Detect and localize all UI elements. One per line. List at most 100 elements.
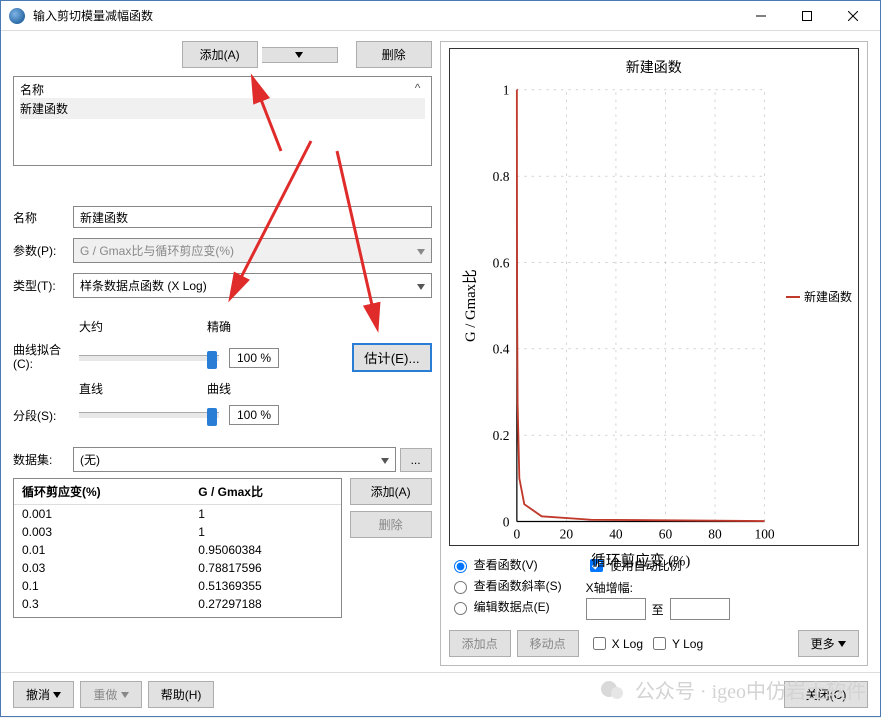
table-row[interactable]: 0.10.51369355: [14, 577, 341, 595]
redo-button[interactable]: 重做: [80, 681, 141, 708]
svg-text:40: 40: [609, 527, 623, 542]
svg-text:100: 100: [754, 527, 774, 542]
fit-slider-row-1: 大约 精确: [13, 318, 432, 335]
table-row[interactable]: 0.010.95060384: [14, 541, 341, 559]
add-button[interactable]: 添加(A): [182, 41, 258, 68]
status-left-buttons: 撤消 重做 帮助(H): [13, 681, 214, 708]
radio-edit-points[interactable]: 编辑数据点(E): [449, 598, 562, 615]
estimate-button[interactable]: 估计(E)...: [352, 343, 432, 372]
dataset-select[interactable]: (无): [73, 447, 396, 472]
chart-frame: 新建函数 02040608010000.20.40.60.81循环剪应变 (%)…: [449, 48, 859, 546]
segment-slider[interactable]: [79, 412, 219, 418]
table-side-buttons: 添加(A) 删除: [350, 478, 432, 618]
table-row[interactable]: 0.0011: [14, 505, 341, 524]
svg-text:60: 60: [658, 527, 672, 542]
point-tool-row: 添加点 移动点 X Log Y Log 更多: [449, 630, 859, 657]
name-input[interactable]: [73, 206, 432, 228]
dataset-row: 数据集: (无) ...: [13, 447, 432, 472]
x-range-row: 至: [586, 598, 730, 620]
chart-title: 新建函数: [458, 57, 850, 77]
chevron-down-icon: [417, 279, 425, 293]
top-button-row: 添加(A) 删除: [13, 41, 432, 68]
chevron-down-icon: [838, 641, 846, 647]
undo-button[interactable]: 撤消: [13, 681, 74, 708]
minimize-button[interactable]: [738, 1, 784, 31]
col-x: 循环剪应变(%): [14, 479, 190, 505]
checkbox-ylog[interactable]: Y Log: [649, 634, 703, 653]
chart-body: 02040608010000.20.40.60.81循环剪应变 (%)G / G…: [458, 81, 850, 574]
approx-label: 大约: [79, 318, 111, 335]
sort-indicator-icon[interactable]: ^: [411, 81, 425, 98]
dataset-browse-button[interactable]: ...: [400, 448, 432, 472]
slider-thumb[interactable]: [207, 351, 217, 369]
legend-line-icon: [786, 296, 800, 298]
svg-text:0.6: 0.6: [492, 255, 509, 270]
svg-text:G / Gmax比: G / Gmax比: [462, 269, 479, 342]
curve-label: 曲线: [207, 380, 239, 397]
chart-legend: 新建函数: [786, 288, 852, 305]
listbox-header-name: 名称: [20, 81, 411, 98]
segment-row: 分段(S): 100 %: [13, 405, 432, 425]
param-select[interactable]: G / Gmax比与循环剪应变(%): [73, 238, 432, 263]
x-zoom-label: X轴增幅:: [586, 579, 730, 596]
slider-thumb[interactable]: [207, 408, 217, 426]
svg-text:0: 0: [513, 527, 520, 542]
svg-text:0.8: 0.8: [492, 169, 509, 184]
app-icon: [9, 8, 25, 24]
add-dropdown-arrow[interactable]: [262, 47, 338, 63]
svg-text:0.2: 0.2: [492, 428, 509, 443]
listbox-header: 名称 ^: [20, 81, 425, 98]
table-delete-button[interactable]: 删除: [350, 511, 432, 538]
xrange-from[interactable]: [586, 598, 646, 620]
svg-text:循环剪应变 (%): 循环剪应变 (%): [591, 552, 690, 570]
more-button[interactable]: 更多: [798, 630, 859, 657]
right-panel: 新建函数 02040608010000.20.40.60.81循环剪应变 (%)…: [440, 41, 868, 666]
param-label: 参数(P):: [13, 242, 69, 259]
xrange-to[interactable]: [670, 598, 730, 620]
dataset-value: (无): [80, 451, 100, 468]
table-row[interactable]: 0.030.78817596: [14, 559, 341, 577]
col-y: G / Gmax比: [190, 479, 340, 505]
table-row[interactable]: 0.0031: [14, 523, 341, 541]
exact-label: 精确: [207, 318, 239, 335]
maximize-button[interactable]: [784, 1, 830, 31]
legend-label: 新建函数: [804, 288, 852, 305]
checkbox-xlog[interactable]: X Log: [589, 634, 643, 653]
table-add-button[interactable]: 添加(A): [350, 478, 432, 505]
app-window: 输入剪切模量减幅函数 添加(A) 删除: [0, 0, 881, 717]
list-item[interactable]: 新建函数: [20, 98, 425, 119]
window-title: 输入剪切模量减幅函数: [33, 7, 738, 24]
segment-pct: 100 %: [229, 405, 279, 425]
fit-label: 曲线拟合(C):: [13, 344, 69, 370]
type-select[interactable]: 样条数据点函数 (X Log): [73, 273, 432, 298]
chevron-down-icon: [381, 453, 389, 467]
param-value: G / Gmax比与循环剪应变(%): [80, 242, 234, 259]
close-window-button[interactable]: 关闭(C): [784, 681, 868, 708]
svg-text:0: 0: [502, 514, 509, 529]
move-point-button[interactable]: 移动点: [517, 630, 579, 657]
function-listbox[interactable]: 名称 ^ 新建函数: [13, 76, 432, 166]
type-row: 类型(T): 样条数据点函数 (X Log): [13, 273, 432, 298]
data-table[interactable]: 循环剪应变(%) G / Gmax比 0.00110.00310.010.950…: [13, 478, 342, 618]
left-panel: 添加(A) 删除 名称 ^ 新建函数 名称 参数(P):: [13, 41, 432, 666]
add-point-button[interactable]: 添加点: [449, 630, 511, 657]
segment-header-row: 直线 曲线: [13, 380, 432, 397]
chevron-down-icon: [53, 692, 61, 698]
type-value: 样条数据点函数 (X Log): [80, 277, 207, 294]
table-row[interactable]: 0.30.27297188: [14, 595, 341, 613]
content-area: 添加(A) 删除 名称 ^ 新建函数 名称 参数(P):: [1, 31, 880, 672]
help-button[interactable]: 帮助(H): [148, 681, 215, 708]
delete-button[interactable]: 删除: [356, 41, 432, 68]
table-area: 循环剪应变(%) G / Gmax比 0.00110.00310.010.950…: [13, 478, 432, 618]
svg-text:0.4: 0.4: [492, 342, 509, 357]
name-row: 名称: [13, 206, 432, 228]
chevron-down-icon: [121, 692, 129, 698]
param-row: 参数(P): G / Gmax比与循环剪应变(%): [13, 238, 432, 263]
radio-view-slope[interactable]: 查看函数斜率(S): [449, 577, 562, 594]
segment-label: 分段(S):: [13, 407, 69, 424]
curvefit-slider[interactable]: [79, 355, 219, 361]
window-controls: [738, 1, 876, 31]
close-button[interactable]: [830, 1, 876, 31]
svg-text:20: 20: [559, 527, 573, 542]
chevron-down-icon: [417, 244, 425, 258]
